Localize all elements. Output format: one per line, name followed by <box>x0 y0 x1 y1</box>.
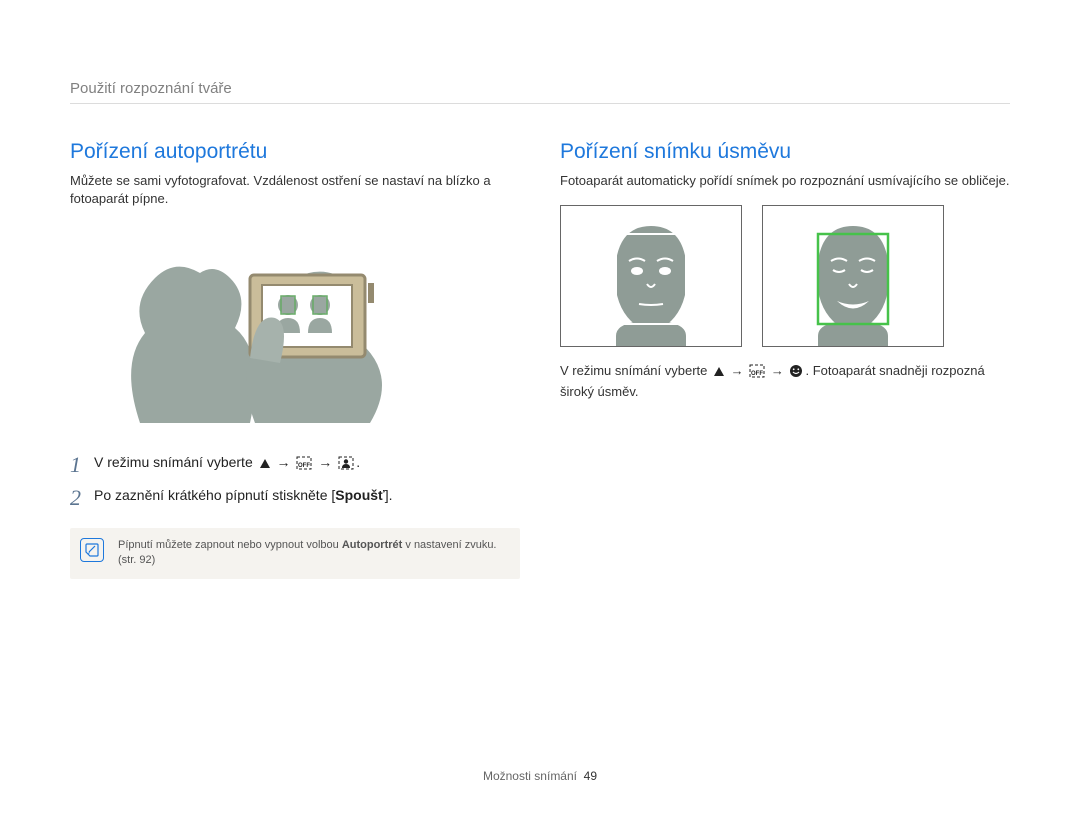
steps-list: 1 V režimu snímání vyberte → OFF <box>70 453 520 509</box>
smile-description: Fotoaparát automaticky pořídí snímek po … <box>560 172 1010 190</box>
face-detect-off-icon: OFF <box>296 456 312 476</box>
note-box: Pípnutí můžete zapnout nebo vypnout volb… <box>70 528 520 579</box>
section-title-selfportrait: Pořízení autoportrétu <box>70 140 520 164</box>
step-1: 1 V režimu snímání vyberte → OFF <box>70 453 520 477</box>
manual-page: Použití rozpoznání tváře Pořízení autopo… <box>0 0 1080 815</box>
column-right: Pořízení snímku úsměvu Fotoaparát automa… <box>560 140 1010 579</box>
section-title-smile: Pořízení snímku úsměvu <box>560 140 1010 164</box>
note-icon <box>80 538 104 562</box>
footer-label: Možnosti snímání <box>483 769 577 783</box>
step-2-text: Po zaznění krátkého pípnutí stiskněte [S… <box>94 486 520 506</box>
breadcrumb: Použití rozpoznání tváře <box>70 80 1010 104</box>
step-1-text: V režimu snímání vyberte → OFF → <box>94 453 520 476</box>
face-neutral-frame <box>560 205 742 347</box>
step-number: 2 <box>70 486 94 510</box>
selfportrait-illustration <box>100 223 420 433</box>
smile-mode-icon <box>789 364 803 383</box>
up-triangle-icon <box>713 365 725 383</box>
svg-text:OFF: OFF <box>751 371 763 377</box>
smile-instruction: V režimu snímání vyberte → OFF → <box>560 362 1010 401</box>
page-footer: Možnosti snímání 49 <box>0 769 1080 783</box>
step-number: 1 <box>70 453 94 477</box>
page-number: 49 <box>584 769 597 783</box>
content-columns: Pořízení autoportrétu Můžete se sami vyf… <box>70 140 1010 579</box>
up-triangle-icon <box>259 456 271 476</box>
face-smiling-frame <box>762 205 944 347</box>
face-detect-off-icon: OFF <box>749 364 765 383</box>
svg-text:OFF: OFF <box>298 463 310 469</box>
step-2: 2 Po zaznění krátkého pípnutí stiskněte … <box>70 486 520 510</box>
selfportrait-mode-icon <box>338 456 354 476</box>
smile-examples <box>560 205 1010 347</box>
column-left: Pořízení autoportrétu Můžete se sami vyf… <box>70 140 520 579</box>
selfportrait-description: Můžete se sami vyfotografovat. Vzdálenos… <box>70 172 520 208</box>
note-text: Pípnutí můžete zapnout nebo vypnout volb… <box>118 538 508 569</box>
